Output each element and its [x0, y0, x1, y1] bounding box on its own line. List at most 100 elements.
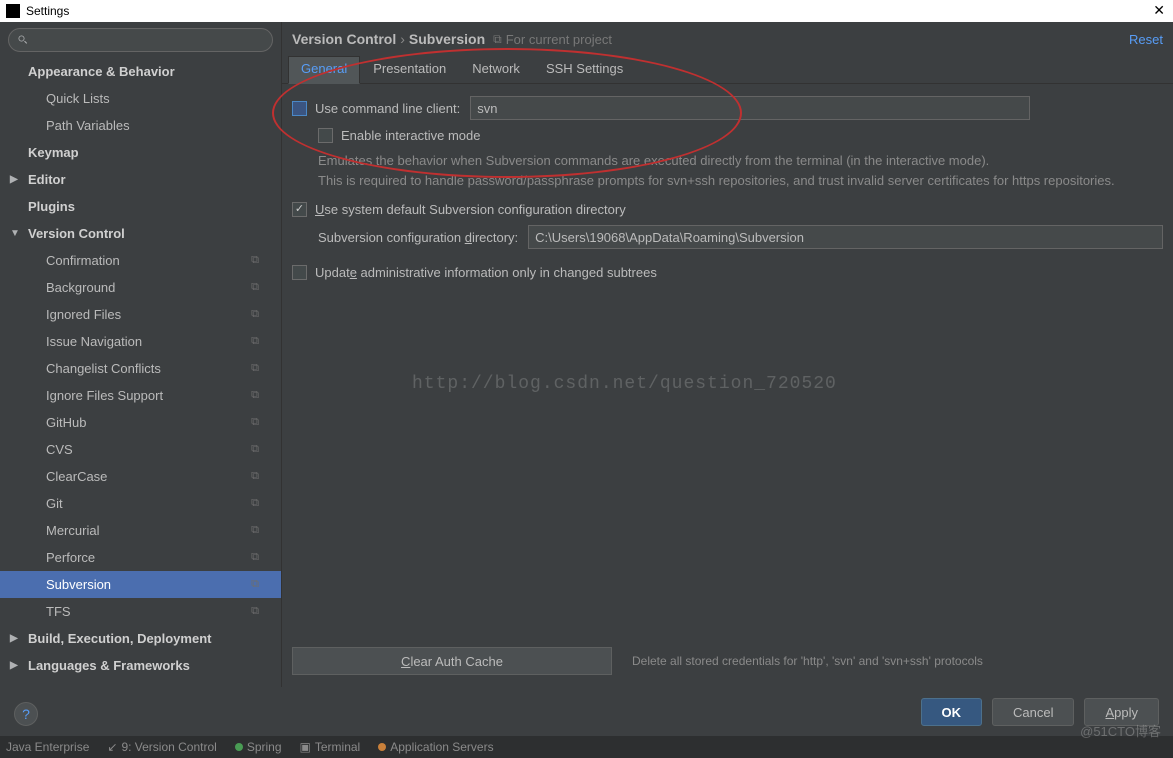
config-dir-row: Subversion configuration directory:: [292, 225, 1163, 249]
use-default-row: Use system default Subversion configurat…: [292, 202, 1163, 217]
enable-interactive-checkbox[interactable]: [318, 128, 333, 143]
sidebar-item-github[interactable]: GitHub⧉: [0, 409, 281, 436]
sidebar-item-editor[interactable]: ▶ Editor: [0, 166, 281, 193]
sidebar-item-changelist-conflicts[interactable]: Changelist Conflicts⧉: [0, 355, 281, 382]
sidebar-item-label: Plugins: [28, 199, 75, 214]
scope-icon: ⧉: [251, 524, 259, 537]
breadcrumb-root: Version Control: [292, 31, 396, 47]
sidebar-item-path-variables[interactable]: Path Variables: [0, 112, 281, 139]
watermark: http://blog.csdn.net/question_720520: [412, 374, 837, 394]
update-admin-checkbox[interactable]: [292, 265, 307, 280]
search-icon: [17, 34, 29, 46]
sidebar-item-label: Build, Execution, Deployment: [28, 631, 211, 646]
sidebar-item-label: Ignore Files Support: [46, 388, 163, 403]
update-admin-row: Update administrative information only i…: [292, 265, 1163, 280]
sidebar-item-background[interactable]: Background⧉: [0, 274, 281, 301]
scope-icon: ⧉: [251, 551, 259, 564]
appservers-icon: [378, 743, 386, 751]
sidebar-item-keymap[interactable]: Keymap: [0, 139, 281, 166]
sidebar-item-label: Editor: [28, 172, 66, 187]
sidebar-item-cvs[interactable]: CVS ⧉: [0, 436, 281, 463]
use-cli-checkbox[interactable]: [292, 101, 307, 116]
sidebar-item-build-execution-deployment[interactable]: ▶ Build, Execution, Deployment: [0, 625, 281, 652]
scope-text: For current project: [506, 32, 612, 47]
use-default-checkbox[interactable]: [292, 202, 307, 217]
sidebar-item-label: Git: [46, 496, 63, 511]
clear-auth-cache-button[interactable]: Clear Auth Cache: [292, 647, 612, 675]
sidebar-item-subversion[interactable]: Subversion⧉: [0, 571, 281, 598]
settings-tree: Appearance & Behavior Quick ListsPath Var…: [0, 58, 281, 687]
scope-icon: ⧉: [251, 389, 259, 402]
sidebar-item-mercurial[interactable]: Mercurial⧉: [0, 517, 281, 544]
sidebar-item-label: Issue Navigation: [46, 334, 142, 349]
config-dir-input[interactable]: [528, 225, 1163, 249]
sidebar-item-quick-lists[interactable]: Quick Lists: [0, 85, 281, 112]
sidebar-item-git[interactable]: Git ⧉: [0, 490, 281, 517]
scope-icon: ⧉: [251, 254, 259, 267]
scope-icon: ⧉: [251, 497, 259, 510]
tab-network[interactable]: Network: [459, 56, 533, 83]
tab-general[interactable]: General: [288, 56, 360, 84]
window-title: Settings: [26, 4, 69, 18]
main-area: Appearance & Behavior Quick ListsPath Var…: [0, 22, 1173, 687]
sidebar-item-label: Confirmation: [46, 253, 120, 268]
tab-ssh-settings[interactable]: SSH Settings: [533, 56, 636, 83]
enable-interactive-row: Enable interactive mode: [292, 128, 1163, 143]
sidebar-item-label: Languages & Frameworks: [28, 658, 190, 673]
sidebar-item-label: GitHub: [46, 415, 86, 430]
scope-icon: ⧉: [251, 281, 259, 294]
update-admin-label: Update administrative information only i…: [315, 265, 657, 280]
clear-cache-row: Clear Auth Cache Delete all stored crede…: [292, 647, 1163, 675]
sidebar-item-label: Appearance & Behavior: [28, 64, 175, 79]
content: Version Control › Subversion ⧉ For curre…: [282, 22, 1173, 687]
sidebar-item-label: Subversion: [46, 577, 111, 592]
sidebar-item-label: Ignored Files: [46, 307, 121, 322]
enable-interactive-label: Enable interactive mode: [341, 128, 480, 143]
search-wrap: [0, 22, 281, 58]
ok-button[interactable]: OK: [921, 698, 983, 726]
sidebar-item-appearance-behavior[interactable]: Appearance & Behavior: [0, 58, 281, 85]
titlebar: Settings ✕: [0, 0, 1173, 22]
scope-icon: ⧉: [251, 335, 259, 348]
chevron-icon: ▶: [10, 174, 20, 185]
sidebar-item-ignore-files-support[interactable]: Ignore Files Support ⧉: [0, 382, 281, 409]
sidebar-item-perforce[interactable]: Perforce⧉: [0, 544, 281, 571]
use-cli-row: Use command line client:: [292, 96, 1163, 120]
scope-icon: ⧉: [251, 443, 259, 456]
reset-link[interactable]: Reset: [1129, 32, 1163, 47]
scope-icon: ⧉: [251, 470, 259, 483]
sidebar-item-clearcase[interactable]: ClearCase ⧉: [0, 463, 281, 490]
status-java[interactable]: Java Enterprise: [6, 740, 89, 754]
cli-path-input[interactable]: [470, 96, 1030, 120]
sidebar-item-label: Version Control: [28, 226, 125, 241]
app-icon: [6, 4, 20, 18]
breadcrumb-leaf: Subversion: [409, 31, 485, 47]
status-vc[interactable]: ↙ 9: Version Control: [107, 740, 216, 754]
interactive-desc: Emulates the behavior when Subversion co…: [292, 151, 1163, 190]
scope-icon: ⧉: [251, 362, 259, 375]
help-button[interactable]: ?: [14, 702, 38, 726]
sidebar-item-confirmation[interactable]: Confirmation ⧉: [0, 247, 281, 274]
chevron-icon: ▶: [10, 633, 20, 644]
close-icon[interactable]: ✕: [1153, 2, 1165, 19]
sidebar-item-label: CVS: [46, 442, 73, 457]
use-default-label: Use system default Subversion configurat…: [315, 202, 626, 217]
config-dir-label: Subversion configuration directory:: [318, 230, 518, 245]
sidebar-item-version-control[interactable]: ▼Version Control: [0, 220, 281, 247]
sidebar-item-tfs[interactable]: TFS⧉: [0, 598, 281, 625]
tab-presentation[interactable]: Presentation: [360, 56, 459, 83]
status-spring[interactable]: Spring: [235, 740, 282, 754]
sidebar-item-label: ClearCase: [46, 469, 107, 484]
sidebar-item-plugins[interactable]: Plugins: [0, 193, 281, 220]
status-appservers[interactable]: Application Servers: [378, 740, 493, 754]
cto-watermark: @51CTO博客: [1080, 721, 1161, 740]
chevron-icon: ▶: [10, 660, 20, 671]
search-input[interactable]: [8, 28, 273, 52]
scope-icon: ⧉: [251, 308, 259, 321]
status-terminal[interactable]: ▣ Terminal: [300, 740, 361, 754]
sidebar-item-issue-navigation[interactable]: Issue Navigation ⧉: [0, 328, 281, 355]
cancel-button[interactable]: Cancel: [992, 698, 1074, 726]
sidebar-item-languages-frameworks[interactable]: ▶ Languages & Frameworks: [0, 652, 281, 679]
sidebar-item-ignored-files[interactable]: Ignored Files ⧉: [0, 301, 281, 328]
sidebar-item-label: TFS: [46, 604, 71, 619]
